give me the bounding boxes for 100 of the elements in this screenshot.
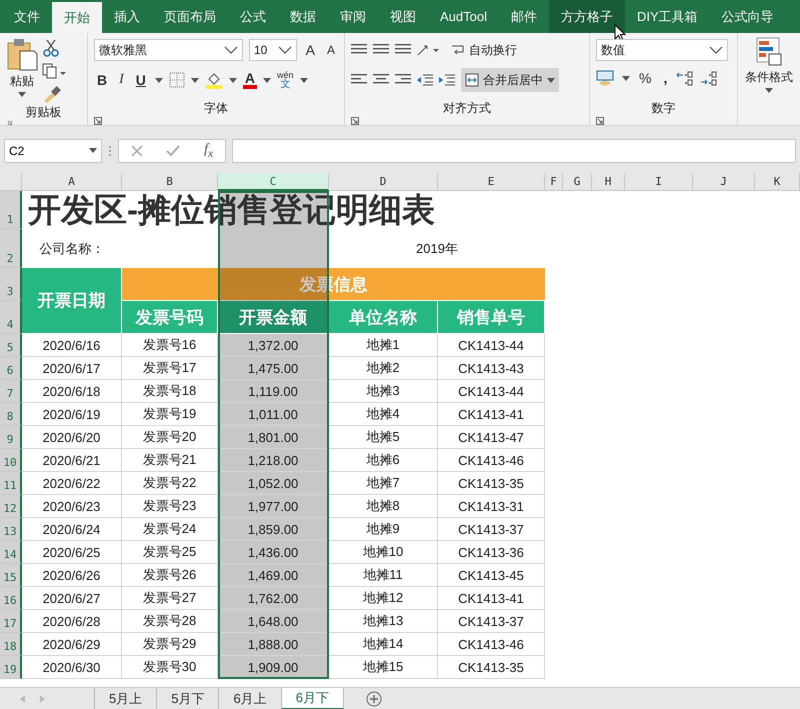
row-header[interactable]: 10 — [0, 449, 22, 472]
row-header[interactable]: 18 — [0, 633, 22, 656]
row-header[interactable]: 6 — [0, 357, 22, 380]
column-header[interactable]: D — [329, 173, 438, 191]
column-header[interactable]: K — [755, 173, 800, 191]
row-header[interactable]: 13 — [0, 518, 22, 541]
grow-font-button[interactable]: A — [302, 42, 318, 58]
row-header[interactable]: 5 — [0, 334, 22, 357]
table-cell: 2020/6/28 — [22, 610, 122, 633]
font-name-dropdown[interactable]: 微软雅黑 — [94, 39, 243, 61]
menu-tab[interactable]: 邮件 — [498, 0, 549, 33]
bold-button[interactable]: B — [94, 72, 110, 88]
table-cell: CK1413-46 — [438, 449, 545, 472]
menu-tab[interactable]: 数据 — [278, 0, 328, 33]
shrink-font-button[interactable]: A — [324, 43, 338, 57]
sheet-tab[interactable]: 5月上 — [95, 688, 158, 709]
number-format-dropdown[interactable]: 数值 — [596, 39, 728, 61]
align-right-icon — [395, 74, 411, 86]
name-box[interactable]: C2 — [4, 138, 102, 162]
chevron-down-icon — [224, 46, 238, 54]
row-header[interactable]: 14 — [0, 541, 22, 564]
table-cell: 地摊9 — [329, 518, 438, 541]
chevron-down-icon — [709, 46, 723, 54]
table-cell: CK1413-41 — [438, 587, 545, 610]
column-header[interactable]: I — [625, 173, 693, 191]
group-label: 对齐方式 — [442, 100, 492, 117]
row-header[interactable]: 16 — [0, 587, 22, 610]
row-header[interactable]: 9 — [0, 426, 22, 449]
table-cell: 发票号21 — [122, 449, 218, 472]
table-cell: CK1413-44 — [438, 334, 545, 357]
table-cell: 发票号25 — [122, 541, 218, 564]
conditional-format-button[interactable]: 条件格式 — [744, 37, 794, 93]
table-cell: 2020/6/24 — [22, 518, 122, 541]
table-cell: 1,218.00 — [218, 449, 329, 472]
menu-tab[interactable]: 审阅 — [328, 0, 378, 33]
font-size-dropdown[interactable]: 10 — [248, 39, 297, 61]
column-header[interactable]: F — [545, 173, 563, 191]
decrease-indent-icon — [417, 74, 433, 86]
column-header[interactable]: E — [438, 173, 545, 191]
menu-tab[interactable]: 插入 — [102, 0, 152, 33]
column-header[interactable]: G — [563, 173, 592, 191]
sheet-tab[interactable]: 6月下 — [282, 688, 344, 709]
table-cell: 1,436.00 — [218, 541, 329, 564]
row-header[interactable]: 11 — [0, 472, 22, 495]
column-header[interactable]: J — [693, 173, 755, 191]
menu-tab[interactable]: 方方格子 — [548, 0, 625, 33]
menu-tab[interactable]: AudTool — [428, 0, 499, 33]
row-header[interactable]: 4 — [0, 301, 22, 334]
row-header[interactable]: 2 — [0, 229, 22, 268]
underline-button[interactable]: U — [132, 72, 149, 88]
paste-button[interactable]: 粘贴 — [6, 37, 38, 103]
font-color-button[interactable]: A — [242, 71, 258, 89]
menu-tab[interactable]: 公式 — [228, 0, 278, 33]
menu-tab[interactable]: 页面布局 — [152, 0, 228, 33]
cancel-icon — [130, 144, 143, 156]
add-sheet-icon[interactable] — [366, 691, 382, 707]
row-header[interactable]: 8 — [0, 403, 22, 426]
scissors-icon — [42, 39, 60, 57]
column-header[interactable]: H — [592, 173, 625, 191]
column-header[interactable]: A — [22, 173, 122, 191]
row-header[interactable]: 1 — [0, 191, 22, 229]
column-header[interactable]: B — [122, 173, 218, 191]
caret-icon — [18, 92, 26, 97]
caret-icon — [765, 88, 773, 93]
percent-button[interactable]: % — [636, 70, 654, 86]
wrap-text-button[interactable]: 自动换行 — [447, 38, 521, 62]
caret-icon — [300, 78, 308, 82]
sheet-tab[interactable]: 5月下 — [157, 688, 220, 709]
row-header[interactable]: 17 — [0, 610, 22, 633]
table-cell: 2020/6/20 — [22, 426, 122, 449]
align-middle-icon — [373, 44, 389, 56]
row-header[interactable]: 7 — [0, 380, 22, 403]
phonetic-button[interactable]: wén 文 — [277, 70, 294, 90]
group-label: 字体 — [203, 100, 229, 117]
menu-tab[interactable]: 文件 — [2, 0, 52, 33]
scroll-right-icon — [40, 695, 46, 703]
table-cell: 发票号26 — [122, 564, 218, 587]
menu-tab[interactable]: 公式向导 — [710, 0, 786, 33]
insert-function-button[interactable]: f$_{x}$ — [204, 142, 214, 160]
select-all-button[interactable] — [0, 173, 22, 191]
row-header[interactable]: 12 — [0, 495, 22, 518]
table-header: 销售单号 — [438, 301, 545, 334]
caret-icon — [89, 148, 97, 153]
italic-button[interactable]: I — [116, 72, 127, 88]
table-cell: 2020/6/25 — [22, 541, 122, 564]
comma-button[interactable]: , — [660, 70, 670, 86]
conditional-format-icon — [755, 37, 783, 67]
row-header[interactable]: 3 — [0, 268, 22, 301]
merge-center-button[interactable]: 合并后居中 — [461, 68, 559, 92]
menu-tab[interactable]: 视图 — [378, 0, 428, 33]
align-left-icon — [351, 74, 367, 86]
column-header[interactable]: C — [218, 173, 329, 191]
table-cell: 地摊12 — [329, 587, 438, 610]
caret-icon — [228, 78, 237, 82]
merge-cells-icon — [465, 73, 479, 87]
row-header[interactable]: 15 — [0, 564, 22, 587]
menu-tab[interactable]: DIY工具箱 — [624, 0, 710, 33]
menu-tab[interactable]: 开始 — [52, 2, 102, 33]
row-header[interactable]: 19 — [0, 656, 22, 679]
formula-input[interactable] — [232, 138, 796, 162]
